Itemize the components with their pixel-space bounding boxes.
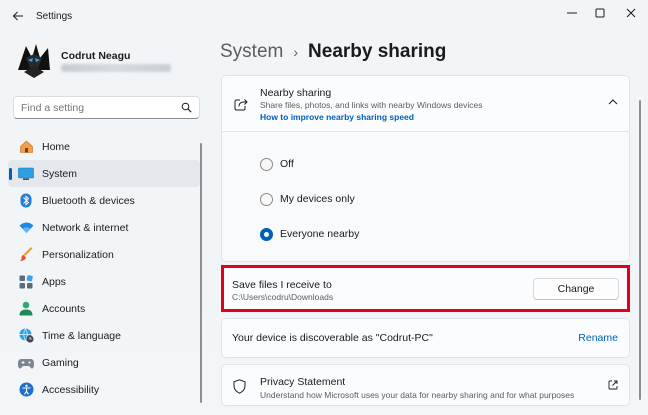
close-icon	[626, 8, 636, 18]
globe-clock-icon	[18, 328, 34, 344]
device-name-card: Your device is discoverable as "Codrut-P…	[221, 318, 630, 358]
sidebar-item-label: Personalization	[42, 248, 114, 261]
apps-icon	[18, 274, 34, 290]
avatar[interactable]	[14, 40, 54, 80]
avatar-image	[14, 40, 54, 80]
radio-label: My devices only	[280, 193, 355, 205]
title-bar: Settings	[0, 0, 648, 32]
chevron-up-icon[interactable]	[608, 99, 618, 105]
save-location-title: Save files I receive to	[232, 279, 332, 291]
sidebar-item-gaming[interactable]: Gaming	[8, 349, 200, 376]
rename-link[interactable]: Rename	[578, 332, 618, 344]
breadcrumb-parent[interactable]: System	[220, 41, 283, 63]
sidebar-item-label: Home	[42, 140, 71, 153]
radio-button[interactable]	[260, 192, 273, 206]
sidebar-item-accounts[interactable]: Accounts	[8, 295, 200, 322]
improve-speed-link[interactable]: How to improve nearby sharing speed	[260, 112, 414, 122]
privacy-title: Privacy Statement	[260, 376, 346, 388]
radio-label: Off	[280, 158, 294, 170]
external-link-icon[interactable]	[608, 380, 618, 390]
sidebar-item-accessibility[interactable]: Accessibility	[8, 376, 200, 403]
brush-icon	[18, 247, 34, 263]
system-icon	[18, 166, 34, 182]
main-scrollbar[interactable]	[639, 100, 641, 400]
radio-label: Everyone nearby	[280, 228, 360, 240]
nearby-sharing-description: Share files, photos, and links with near…	[260, 100, 483, 110]
maximize-button[interactable]	[589, 4, 611, 22]
sidebar-item-label: Gaming	[42, 356, 79, 369]
sidebar-item-label: Bluetooth & devices	[42, 194, 135, 207]
user-name: Codrut Neagu	[61, 50, 131, 62]
back-button[interactable]	[8, 6, 28, 26]
nearby-sharing-title: Nearby sharing	[260, 87, 332, 99]
page-title: Nearby sharing	[308, 41, 447, 62]
save-location-card: Save files I receive to C:\Users\codru\D…	[221, 265, 630, 312]
sidebar-item-label: Network & internet	[42, 221, 129, 234]
back-arrow-icon	[12, 11, 23, 21]
change-button[interactable]: Change	[533, 278, 619, 300]
sidebar-nav: Home System Bluetooth & devices Network …	[8, 133, 200, 403]
search-icon[interactable]	[181, 102, 192, 113]
close-button[interactable]	[620, 4, 642, 22]
gamepad-icon	[18, 355, 34, 371]
sidebar-item-label: Apps	[42, 275, 66, 288]
privacy-statement-card[interactable]: Privacy Statement Understand how Microso…	[221, 364, 630, 406]
user-email-redacted	[61, 64, 171, 72]
bluetooth-icon	[18, 193, 34, 209]
sidebar-item-label: Accounts	[42, 302, 86, 315]
minimize-button[interactable]	[561, 4, 583, 22]
settings-window: Settings Codrut Neagu Find a setting Hom…	[0, 0, 648, 415]
sidebar-item-time-language[interactable]: Time & language	[8, 322, 200, 349]
maximize-icon	[595, 8, 605, 18]
accessibility-icon	[18, 382, 34, 398]
wifi-icon	[18, 220, 34, 236]
share-icon	[234, 99, 248, 111]
breadcrumb: System › Nearby sharing	[220, 38, 446, 66]
sidebar-item-network[interactable]: Network & internet	[8, 214, 200, 241]
shield-icon	[233, 379, 246, 394]
sidebar-item-system[interactable]: System	[8, 160, 200, 187]
search-input[interactable]	[21, 100, 171, 115]
sidebar-item-bluetooth[interactable]: Bluetooth & devices	[8, 187, 200, 214]
sidebar-item-personalization[interactable]: Personalization	[8, 241, 200, 268]
accounts-icon	[18, 301, 34, 317]
radio-option-everyone[interactable]: Everyone nearby	[260, 225, 359, 243]
home-icon	[18, 139, 34, 155]
radio-button-checked[interactable]	[260, 227, 273, 241]
search-box[interactable]	[13, 96, 200, 119]
radio-option-my-devices[interactable]: My devices only	[260, 190, 355, 208]
radio-option-off[interactable]: Off	[260, 155, 294, 173]
sidebar-item-label: System	[42, 167, 78, 180]
nearby-sharing-options: Off My devices only Everyone nearby	[221, 131, 630, 262]
app-title: Settings	[36, 11, 73, 22]
selection-indicator	[9, 168, 12, 180]
minimize-icon	[567, 12, 577, 14]
nearby-sharing-header[interactable]: Nearby sharing Share files, photos, and …	[221, 75, 630, 132]
breadcrumb-separator: ›	[293, 44, 299, 60]
sidebar-item-label: Accessibility	[42, 383, 100, 396]
sidebar-scrollbar[interactable]	[200, 143, 202, 403]
save-location-path: C:\Users\codru\Downloads	[232, 292, 334, 302]
radio-button[interactable]	[260, 157, 273, 171]
sidebar-item-label: Time & language	[42, 329, 121, 342]
privacy-description: Understand how Microsoft uses your data …	[260, 390, 575, 400]
sidebar-item-apps[interactable]: Apps	[8, 268, 200, 295]
device-discoverable-text: Your device is discoverable as "Codrut-P…	[232, 332, 433, 344]
sidebar-item-home[interactable]: Home	[8, 133, 200, 160]
